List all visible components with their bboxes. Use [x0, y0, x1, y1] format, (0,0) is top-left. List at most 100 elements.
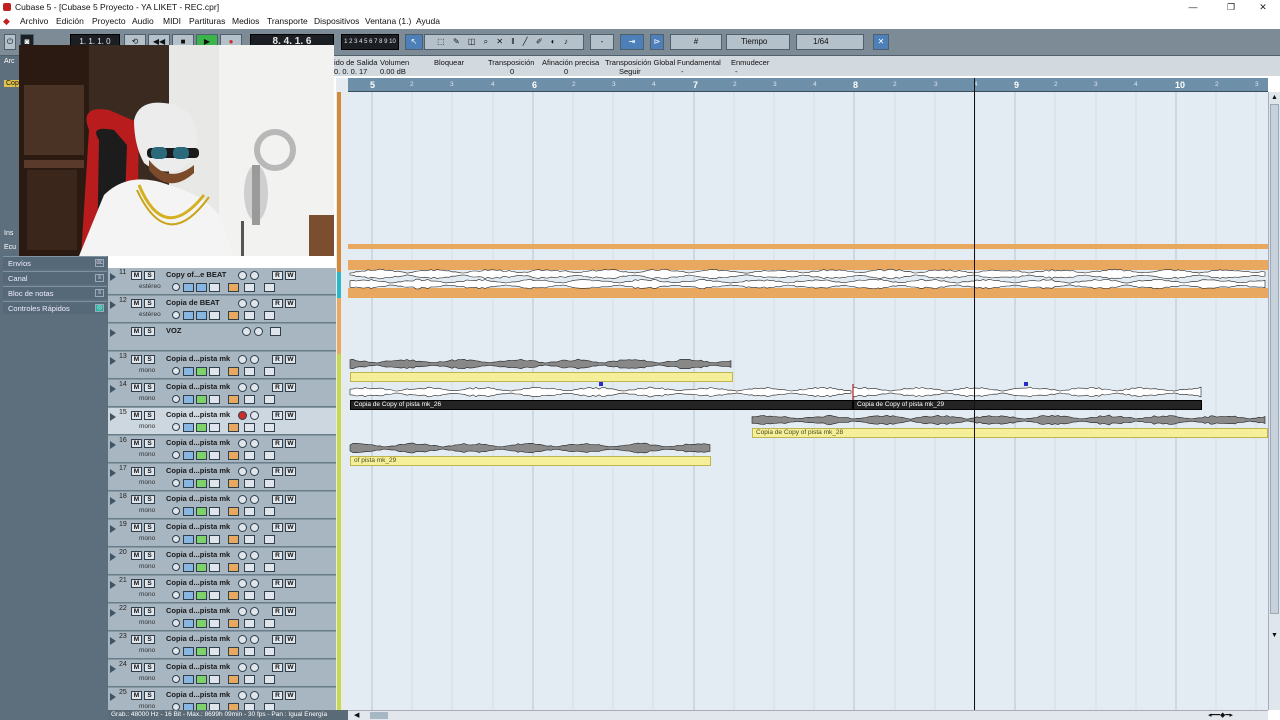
lanes-icon[interactable] — [244, 395, 255, 404]
mute-button[interactable]: M — [131, 327, 142, 336]
mute-button[interactable]: M — [131, 299, 142, 308]
lock-icon[interactable] — [228, 367, 239, 376]
lock-icon[interactable] — [228, 619, 239, 628]
mute-button[interactable]: M — [131, 467, 142, 476]
mute-button[interactable]: M — [131, 551, 142, 560]
lock-icon[interactable] — [228, 283, 239, 292]
sends-icon[interactable] — [209, 647, 220, 656]
read-button[interactable]: R — [272, 635, 283, 644]
sends-icon[interactable] — [209, 563, 220, 572]
app-menu-icon[interactable]: ◆ — [3, 14, 10, 29]
track-name[interactable]: Copia d...pista mk — [166, 522, 230, 531]
menu-edicion[interactable]: Edición — [54, 14, 86, 29]
monitor-icon[interactable] — [242, 327, 251, 336]
write-button[interactable]: W — [285, 663, 296, 672]
mute-button[interactable]: M — [131, 383, 142, 392]
write-button[interactable]: W — [285, 607, 296, 616]
record-enable-button[interactable] — [238, 271, 247, 280]
track-row[interactable]: 11 M S Copy of...e BEAT R Westéreo — [108, 268, 336, 295]
insert-icon[interactable] — [183, 647, 194, 656]
read-button[interactable]: R — [272, 663, 283, 672]
record-enable-button[interactable] — [238, 495, 247, 504]
lanes-icon[interactable] — [244, 647, 255, 656]
event-track14-a[interactable]: Copia de Copy of pista mk_26 — [350, 400, 853, 410]
track-row[interactable]: 14 M S Copia d...pista mk R Wmono — [108, 380, 336, 407]
track-row[interactable]: M S VOZ — [108, 324, 336, 351]
monitor-button[interactable] — [250, 635, 259, 644]
sends-icon[interactable] — [209, 675, 220, 684]
maximize-button[interactable]: ❐ — [1214, 0, 1248, 14]
monitor-button[interactable] — [250, 439, 259, 448]
record-enable-button[interactable] — [238, 663, 247, 672]
edit-channel-icon[interactable] — [172, 311, 180, 319]
edit-channel-icon[interactable] — [172, 283, 180, 291]
horizontal-scroll-thumb[interactable] — [370, 712, 388, 719]
scroll-down-icon[interactable]: ▼ — [1271, 632, 1278, 639]
tool-options-dropdown[interactable]: - — [590, 34, 614, 50]
track-name[interactable]: Copia d...pista mk — [166, 410, 230, 419]
edit-tools-group[interactable]: ⬚ ✎ ◫ ⌕ ✕ ‖ ╱ ✐ ◐ ♪ — [424, 34, 584, 50]
track-row[interactable]: 12 M S Copia de BEAT R Westéreo — [108, 296, 336, 323]
solo-button[interactable]: S — [144, 663, 155, 672]
track-row[interactable]: 20 M S Copia d...pista mk R Wmono — [108, 548, 336, 575]
lock-icon[interactable] — [228, 647, 239, 656]
track-row[interactable]: 18 M S Copia d...pista mk R Wmono — [108, 492, 336, 519]
track-row[interactable]: 15 M S Copia d...pista mk R Wmono — [108, 408, 336, 435]
solo-button[interactable]: S — [144, 467, 155, 476]
write-button[interactable]: W — [285, 299, 296, 308]
automation-icon[interactable] — [264, 675, 275, 684]
info-value-global-transpose[interactable]: Seguir — [605, 67, 641, 76]
inspector-notepad[interactable]: Bloc de notas ≡ — [3, 286, 107, 299]
lanes-icon[interactable] — [244, 479, 255, 488]
menu-partituras[interactable]: Partituras — [187, 14, 227, 29]
read-button[interactable]: R — [272, 439, 283, 448]
arrange-window[interactable]: Copia de Copy of pista mk_26 Copia de Co… — [348, 92, 1268, 710]
mute-button[interactable]: M — [131, 691, 142, 700]
track-name[interactable]: Copia d...pista mk — [166, 634, 230, 643]
lock-icon[interactable] — [228, 395, 239, 404]
mute-button[interactable]: M — [131, 635, 142, 644]
write-button[interactable]: W — [285, 439, 296, 448]
record-enable-button[interactable] — [238, 635, 247, 644]
sends-icon[interactable] — [209, 283, 220, 292]
expand-icon[interactable] — [110, 497, 116, 505]
lanes-icon[interactable] — [244, 619, 255, 628]
menu-transporte[interactable]: Transporte — [265, 14, 310, 29]
lock-icon[interactable] — [228, 591, 239, 600]
write-button[interactable]: W — [285, 271, 296, 280]
automation-icon[interactable] — [264, 395, 275, 404]
event-track13[interactable] — [350, 372, 733, 382]
edit-channel-icon[interactable] — [172, 619, 180, 627]
write-button[interactable]: W — [285, 691, 296, 700]
solo-button[interactable]: S — [144, 439, 155, 448]
mute-button[interactable]: M — [131, 523, 142, 532]
menu-audio[interactable]: Audio — [130, 14, 156, 29]
expand-icon[interactable] — [110, 413, 116, 421]
read-button[interactable]: R — [272, 299, 283, 308]
solo-button[interactable]: S — [144, 523, 155, 532]
solo-button[interactable]: S — [144, 551, 155, 560]
expand-icon[interactable] — [110, 609, 116, 617]
track-name[interactable]: VOZ — [166, 326, 181, 335]
track-row[interactable]: 21 M S Copia d...pista mk R Wmono — [108, 576, 336, 603]
read-button[interactable]: R — [272, 271, 283, 280]
sends-icon[interactable] — [209, 591, 220, 600]
menu-ventana[interactable]: Ventana (1.) — [363, 14, 413, 29]
mute-button[interactable]: M — [131, 439, 142, 448]
fade-handle[interactable] — [1024, 382, 1028, 386]
track-row[interactable]: 17 M S Copia d...pista mk R Wmono — [108, 464, 336, 491]
edit-channel-icon[interactable] — [172, 675, 180, 683]
track-row[interactable]: 19 M S Copia d...pista mk R Wmono — [108, 520, 336, 547]
edit-channel-icon[interactable] — [172, 451, 180, 459]
track-row[interactable]: 22 M S Copia d...pista mk R Wmono — [108, 604, 336, 631]
menu-archivo[interactable]: Archivo — [18, 14, 50, 29]
inspector-quick-controls[interactable]: Controles Rápidos ◎ — [3, 301, 107, 314]
monitor-button[interactable] — [250, 495, 259, 504]
track-name[interactable]: Copy of...e BEAT — [166, 270, 226, 279]
folder-edit-icon[interactable] — [270, 327, 281, 336]
object-select-tool-icon[interactable]: ↖ — [405, 34, 423, 50]
lock-icon[interactable] — [228, 451, 239, 460]
menu-proyecto[interactable]: Proyecto — [90, 14, 128, 29]
sends-icon[interactable] — [209, 507, 220, 516]
eq-icon[interactable] — [196, 451, 207, 460]
